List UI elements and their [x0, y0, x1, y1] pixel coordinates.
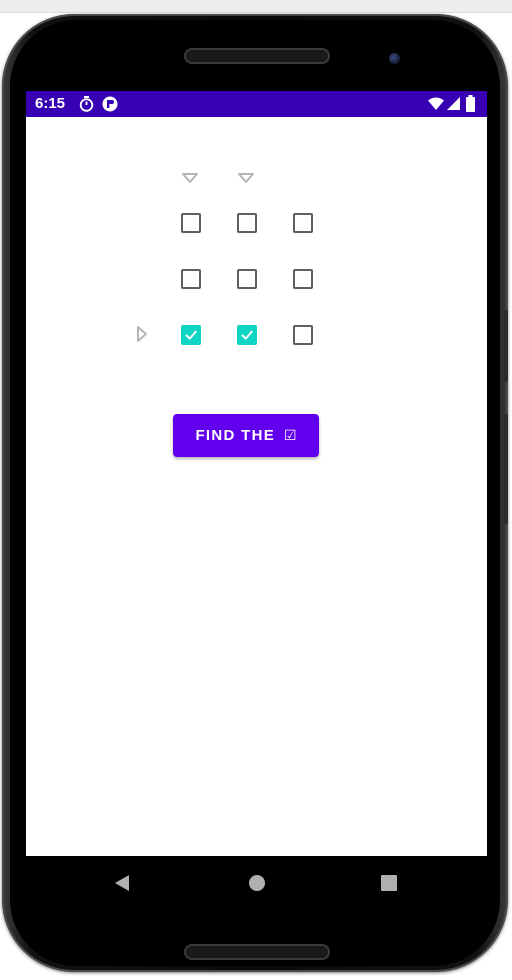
grid-checkbox-r3-c3[interactable] — [293, 325, 313, 345]
recents-icon[interactable] — [381, 874, 397, 897]
device-screen: 6:15 FIND THE ☑ — [26, 91, 487, 910]
status-time: 6:15 — [35, 95, 66, 112]
grid-checkbox-r2-c2[interactable] — [237, 269, 257, 289]
navigation-bar — [26, 856, 487, 910]
battery-icon — [466, 95, 475, 117]
status-bar: 6:15 — [26, 91, 487, 117]
grid-checkbox-r2-c3[interactable] — [293, 269, 313, 289]
triangle-down-icon — [237, 171, 255, 189]
grid-checkbox-r1-c2[interactable] — [237, 213, 257, 233]
find-the-button[interactable]: FIND THE ☑ — [173, 414, 319, 457]
front-camera — [389, 53, 400, 64]
cell-signal-icon — [447, 97, 460, 115]
grid-checkbox-r1-c1[interactable] — [181, 213, 201, 233]
earpiece-speaker — [184, 48, 330, 64]
timer-icon — [79, 96, 94, 117]
back-icon[interactable] — [114, 874, 130, 897]
triangle-down-icon — [181, 171, 199, 189]
grid-checkbox-r3-c1[interactable] — [181, 325, 201, 345]
find-the-button-label: FIND THE — [195, 427, 275, 444]
wifi-icon — [428, 97, 444, 115]
grid-checkbox-r1-c3[interactable] — [293, 213, 313, 233]
bottom-speaker — [184, 944, 330, 960]
home-icon[interactable] — [248, 874, 266, 897]
volume-button — [504, 414, 508, 524]
app-content: FIND THE ☑ — [26, 117, 487, 856]
grid-checkbox-r3-c2[interactable] — [237, 325, 257, 345]
triangle-right-icon — [136, 325, 148, 348]
checkmark-icon — [185, 330, 197, 340]
app-notification-icon — [102, 96, 118, 117]
grid-checkbox-r2-c1[interactable] — [181, 269, 201, 289]
browser-top-strip — [0, 0, 512, 13]
power-button — [504, 310, 508, 382]
checkmark-icon — [241, 330, 253, 340]
ballot-box-checked-icon: ☑ — [284, 427, 297, 444]
